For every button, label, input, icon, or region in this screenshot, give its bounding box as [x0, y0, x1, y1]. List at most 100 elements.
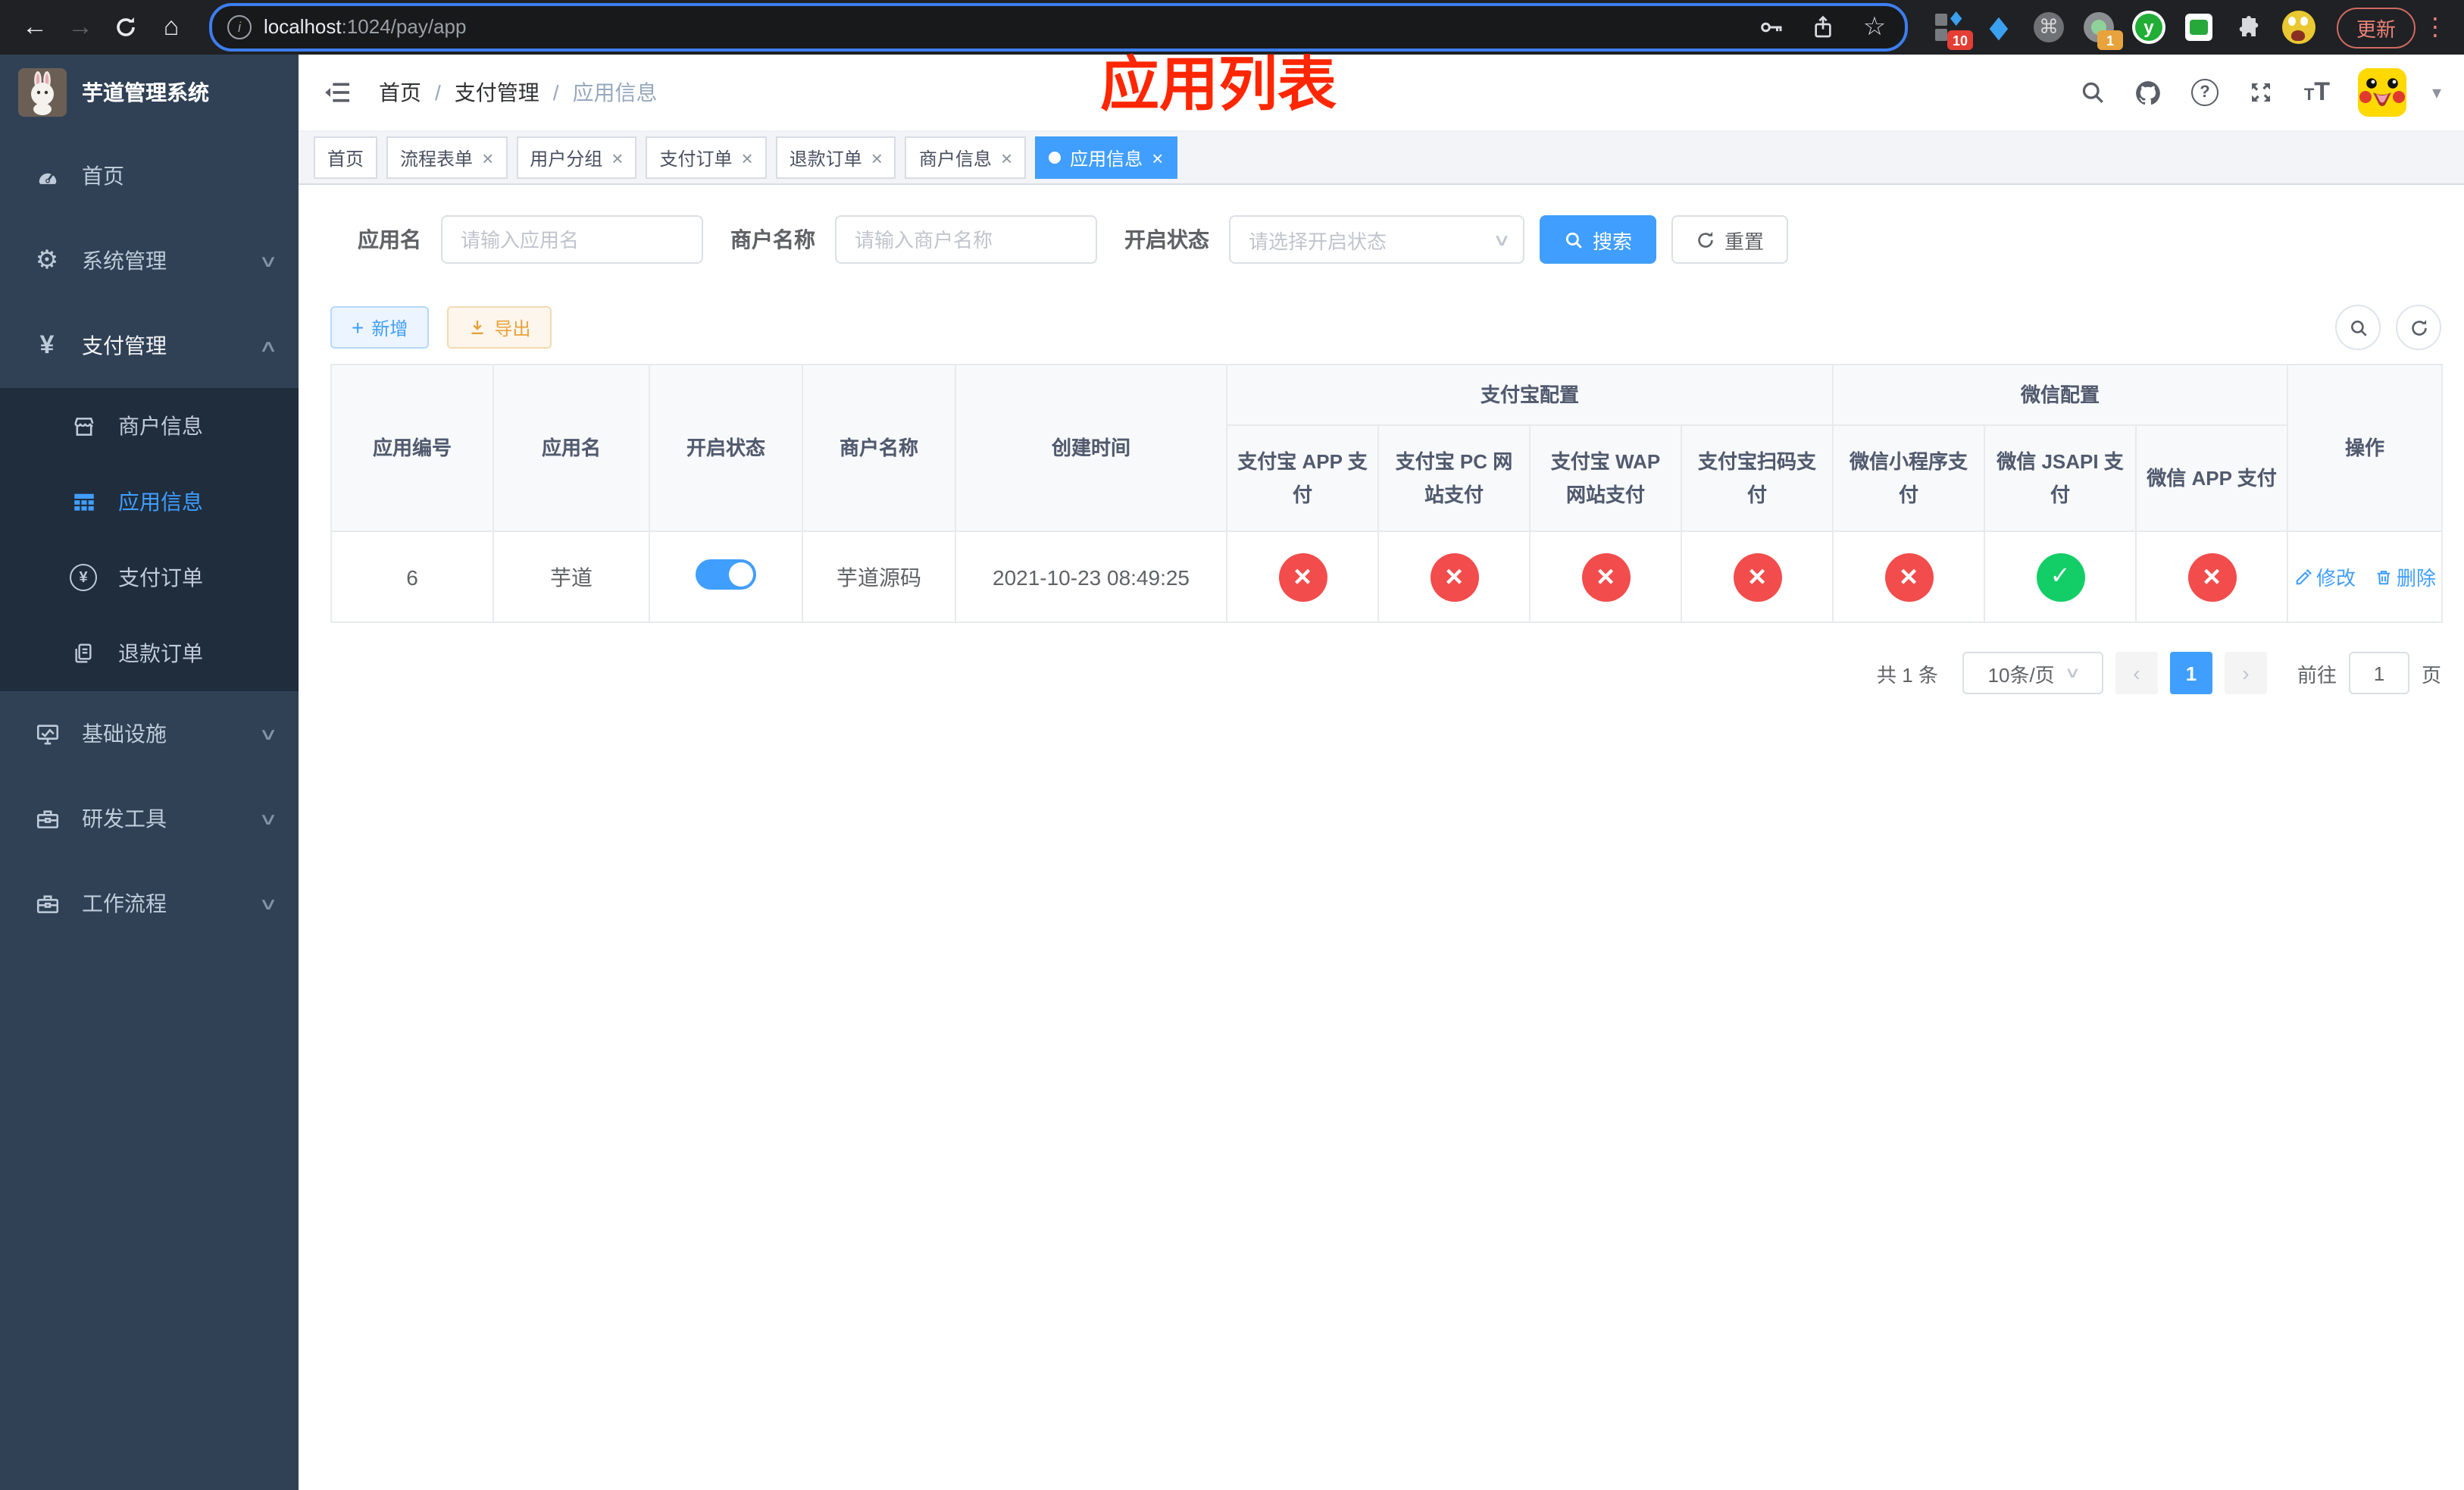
ext-gem-icon[interactable]: ◆ — [1982, 11, 2015, 45]
help-icon[interactable]: ? — [2190, 77, 2220, 108]
delete-link[interactable]: 删除 — [2374, 562, 2436, 591]
address-bar[interactable]: i localhost:1024/pay/app ☆ — [209, 3, 1908, 52]
close-icon[interactable]: × — [871, 146, 883, 169]
browser-home-icon[interactable]: ⌂ — [152, 8, 191, 47]
browser-menu-icon[interactable]: ⋮ — [2422, 12, 2449, 42]
password-key-icon[interactable] — [1756, 12, 1787, 42]
merchant-name-input[interactable] — [835, 215, 1097, 264]
app-name-label: 应用名 — [358, 227, 421, 252]
goto-page-input[interactable] — [2348, 652, 2409, 694]
filter-form: 应用名 商户名称 开启状态 请选择开启状态 ∨ — [358, 215, 2441, 264]
toolbox-icon — [33, 890, 61, 917]
goto-unit-label: 页 — [2421, 663, 2441, 686]
col-alipay-app: 支付宝 APP 支付 — [1226, 424, 1379, 532]
monitor-icon — [33, 720, 61, 747]
yen-icon: ¥ — [39, 330, 55, 359]
breadcrumb-home[interactable]: 首页 — [379, 77, 421, 108]
app-table: 应用编号 应用名 开启状态 商户名称 创建时间 支付宝配置 微信配置 操作 支付… — [330, 364, 2444, 623]
sidebar-item-refund-order[interactable]: 退款订单 — [0, 615, 299, 691]
sidebar-item-payment[interactable]: ¥ 支付管理 ∧ — [0, 303, 299, 388]
app-name-input[interactable] — [441, 215, 703, 264]
alipay-qr-status-badge: × — [1733, 552, 1781, 601]
search-icon[interactable] — [2078, 77, 2108, 108]
sidebar-item-label: 支付管理 — [82, 333, 167, 358]
sidebar-item-workflow[interactable]: 工作流程 ∨ — [0, 861, 299, 946]
browser-update-button[interactable]: 更新 — [2336, 7, 2416, 48]
ext-grid-icon[interactable]: ◆ 10 — [1932, 9, 1973, 50]
table-toolbar: + 新增 导出 — [330, 305, 2441, 350]
breadcrumb-separator: / — [435, 80, 441, 105]
sidebar-item-home[interactable]: 首页 — [0, 133, 299, 218]
breadcrumb-payment[interactable]: 支付管理 — [455, 77, 539, 108]
tag-home[interactable]: 首页 — [314, 136, 378, 179]
chevron-up-icon: ∧ — [258, 337, 278, 355]
sidebar-menu: 首页 ⚙ 系统管理 ∨ ¥ 支付管理 ∧ 商户信息 应用信息 ¥ 支付订单 退款… — [0, 133, 299, 946]
sidebar-item-pay-order[interactable]: ¥ 支付订单 — [0, 540, 299, 615]
sidebar-collapse-icon[interactable] — [321, 76, 355, 109]
tag-merchant-info[interactable]: 商户信息 × — [905, 136, 1027, 179]
extensions-puzzle-icon[interactable] — [2232, 11, 2265, 44]
site-info-icon[interactable]: i — [227, 15, 252, 39]
export-button[interactable]: 导出 — [447, 306, 552, 349]
chevron-down-icon: ∨ — [258, 895, 278, 913]
ext-status-circle-icon[interactable]: 1 — [2082, 11, 2123, 50]
sidebar-logo-row[interactable]: 芋道管理系统 — [0, 55, 299, 130]
sidebar-item-system[interactable]: ⚙ 系统管理 ∨ — [0, 218, 299, 303]
caret-down-icon[interactable]: ▾ — [2432, 82, 2441, 103]
main-panel: 应用名 商户名称 开启状态 请选择开启状态 ∨ — [299, 185, 2464, 1490]
sidebar-item-merchant-info[interactable]: 商户信息 — [0, 388, 299, 464]
toggle-search-button[interactable] — [2335, 305, 2381, 350]
group-wechat-config: 微信配置 — [1832, 364, 2289, 426]
close-icon[interactable]: × — [742, 146, 753, 169]
close-icon[interactable]: × — [482, 146, 493, 169]
tag-app-info[interactable]: 应用信息 × — [1035, 136, 1177, 179]
status-select[interactable]: 请选择开启状态 ∨ — [1229, 215, 1524, 264]
cell-merchant: 芋道源码 — [802, 531, 956, 623]
page-1-button[interactable]: 1 — [2169, 652, 2212, 694]
url-host: localhost — [264, 15, 342, 38]
sidebar-item-app-info[interactable]: 应用信息 — [0, 464, 299, 540]
sidebar-item-label: 研发工具 — [82, 806, 167, 831]
ext-yudao-icon[interactable]: y — [2131, 11, 2165, 44]
chevron-down-icon: ∨ — [258, 810, 278, 828]
close-icon[interactable]: × — [1001, 146, 1012, 169]
ext-emoji-icon[interactable] — [2281, 11, 2315, 44]
documents-icon — [70, 640, 97, 667]
page-size-select[interactable]: 10条/页 ∨ — [1962, 652, 2103, 694]
close-icon[interactable]: × — [1152, 146, 1163, 169]
browser-reload-icon[interactable] — [106, 8, 145, 47]
close-icon[interactable]: × — [611, 146, 623, 169]
tag-pay-order[interactable]: 支付订单 × — [646, 136, 767, 179]
edit-link[interactable]: 修改 — [2294, 562, 2356, 591]
sidebar-item-label: 应用信息 — [118, 490, 203, 514]
browser-forward-icon[interactable]: → — [61, 8, 100, 47]
next-page-button[interactable]: › — [2224, 652, 2267, 694]
avatar[interactable] — [2357, 68, 2406, 117]
refresh-button[interactable] — [2396, 305, 2441, 350]
storefront-icon — [70, 412, 97, 440]
prev-page-button[interactable]: ‹ — [2115, 652, 2158, 694]
cell-app-id: 6 — [330, 531, 494, 623]
status-placeholder: 请选择开启状态 — [1249, 230, 1387, 252]
fullscreen-icon[interactable] — [2246, 77, 2276, 108]
add-button[interactable]: + 新增 — [330, 306, 430, 349]
total-count: 共 1 条 — [1877, 663, 1938, 686]
chevron-down-icon: ∨ — [258, 725, 278, 743]
github-icon[interactable] — [2134, 77, 2164, 108]
group-alipay-config: 支付宝配置 — [1225, 364, 1834, 426]
browser-extensions: ◆ 10 ◆ ⌘ 1 y — [1932, 9, 2315, 50]
search-button[interactable]: 搜索 — [1540, 215, 1657, 264]
sidebar-item-dev-tools[interactable]: 研发工具 ∨ — [0, 776, 299, 861]
share-icon[interactable] — [1808, 12, 1838, 42]
reset-button[interactable]: 重置 — [1671, 215, 1789, 264]
status-toggle[interactable] — [696, 559, 756, 590]
ext-chat-icon[interactable] — [2182, 11, 2215, 44]
tag-process-form[interactable]: 流程表单 × — [386, 136, 508, 179]
ext-command-icon[interactable]: ⌘ — [2032, 11, 2065, 44]
browser-back-icon[interactable]: ← — [15, 8, 55, 47]
bookmark-star-icon[interactable]: ☆ — [1859, 12, 1890, 42]
tag-refund-order[interactable]: 退款订单 × — [775, 136, 896, 179]
font-size-icon[interactable]: TT — [2302, 77, 2332, 108]
tag-user-group[interactable]: 用户分组 × — [516, 136, 637, 179]
sidebar-item-infrastructure[interactable]: 基础设施 ∨ — [0, 691, 299, 776]
